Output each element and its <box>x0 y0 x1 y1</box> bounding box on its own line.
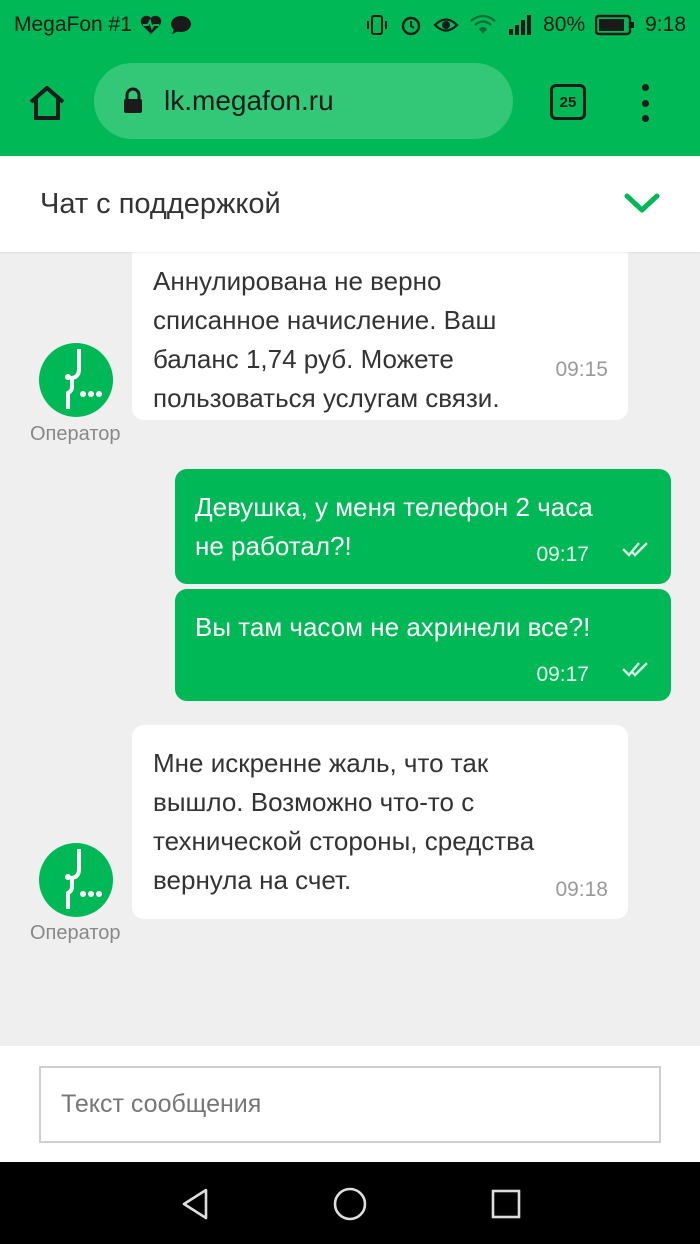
heart-pulse-icon <box>140 15 162 35</box>
home-icon <box>29 86 65 120</box>
double-check-icon <box>622 542 648 557</box>
sender-label: Оператор <box>30 423 121 445</box>
address-bar[interactable]: lk.megafon.ru <box>94 63 513 139</box>
operator-avatar <box>39 343 113 417</box>
home-button[interactable] <box>24 80 70 126</box>
message-composer <box>0 1046 700 1162</box>
browser-toolbar: lk.megafon.ru 25 <box>0 50 700 156</box>
message-line: списанное начисление. Ваш <box>153 305 497 335</box>
user-message: Вы там часом не ахринели все?! 09:17 <box>175 589 671 701</box>
system-nav-bar <box>0 1162 700 1244</box>
message-line: Вы там часом не ахринели все?! <box>195 612 591 642</box>
message-line: пользоваться услугам связи. <box>153 383 500 413</box>
vibrate-icon <box>365 13 389 37</box>
tab-switcher-button[interactable]: 25 <box>550 84 586 120</box>
message-line: Девушка, у меня телефон 2 часа <box>195 492 593 522</box>
message-time: 09:18 <box>555 878 608 901</box>
back-triangle-icon <box>182 1188 208 1220</box>
operator-avatar <box>39 843 113 917</box>
message-time: 09:17 <box>536 543 589 566</box>
menu-dot <box>641 99 649 107</box>
message-line: баланс 1,74 руб. Можете <box>153 344 454 374</box>
message-input[interactable] <box>39 1066 661 1143</box>
message-time: 09:17 <box>536 663 589 686</box>
megafon-logo-icon <box>65 849 102 909</box>
chat-bubble-icon <box>170 15 192 35</box>
signal-icon <box>507 13 533 37</box>
recents-button[interactable] <box>486 1184 526 1224</box>
operator-message: Мне искренне жаль, что так вышло. Возмож… <box>132 725 628 919</box>
url-text: lk.megafon.ru <box>164 85 334 116</box>
wifi-icon <box>469 13 497 37</box>
chat-messages[interactable]: Аннулирована не верно списанное начислен… <box>0 252 700 1046</box>
home-nav-button[interactable] <box>330 1184 370 1224</box>
overflow-menu-button[interactable] <box>630 80 660 126</box>
message-line: Мне искренне жаль, что так <box>153 748 489 778</box>
chevron-down-icon[interactable] <box>624 192 660 216</box>
recents-square-icon <box>491 1189 521 1219</box>
status-bar: MegaFon #1 80% 9:18 <box>0 0 700 50</box>
home-circle-icon <box>333 1187 367 1221</box>
message-time: 09:15 <box>555 358 608 381</box>
status-time: 9:18 <box>645 13 686 36</box>
lock-icon <box>120 86 146 116</box>
battery-icon <box>595 13 635 37</box>
tabs-count: 25 <box>559 93 577 111</box>
menu-dot <box>641 115 649 122</box>
double-check-icon <box>622 662 648 677</box>
megafon-logo-icon <box>65 349 102 409</box>
eye-icon <box>433 13 459 37</box>
back-button[interactable] <box>175 1184 215 1224</box>
user-message: Девушка, у меня телефон 2 часа не работа… <box>175 469 671 584</box>
message-line: Аннулирована не верно <box>153 266 442 296</box>
operator-message: Аннулирована не верно списанное начислен… <box>132 252 628 420</box>
message-line: технической стороны, средства <box>153 826 535 856</box>
message-line: вышло. Возможно что-то с <box>153 787 475 817</box>
alarm-icon <box>399 13 423 37</box>
carrier-name: MegaFon #1 <box>14 13 132 36</box>
chat-header[interactable]: Чат с поддержкой <box>0 156 700 252</box>
menu-dot <box>641 84 649 91</box>
chat-title: Чат с поддержкой <box>40 187 281 220</box>
message-line: вернула на счет. <box>153 865 352 895</box>
battery-percent: 80% <box>543 13 586 36</box>
sender-label: Оператор <box>30 922 121 944</box>
